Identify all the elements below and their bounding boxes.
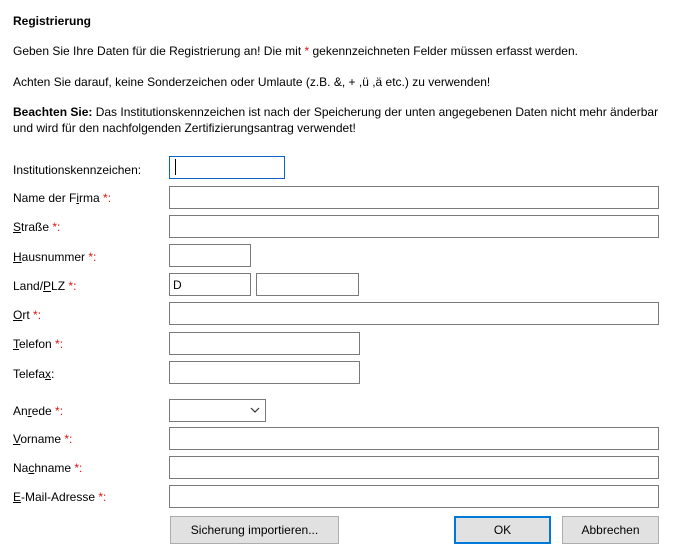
fax-label: Telefax:: [13, 367, 54, 381]
required-mark: *:: [65, 279, 77, 293]
fax-label-end: :: [51, 367, 55, 381]
email-label-end: -Mail-Adresse: [21, 490, 96, 504]
house-number-label-end: ausnummer: [21, 250, 86, 264]
salutation-label-start: An: [13, 404, 28, 418]
country-zip-label-end: LZ: [51, 279, 66, 293]
note-text: Beachten Sie: Das Institutionskennzeiche…: [13, 104, 658, 136]
institution-input[interactable]: [169, 156, 285, 179]
salutation-label-end: ede: [31, 404, 52, 418]
required-mark: *:: [29, 308, 42, 322]
company-label-end: rma: [79, 191, 100, 205]
fax-label-start: Telefa: [13, 367, 46, 381]
city-label-key: O: [13, 308, 23, 322]
street-label-end: traße: [21, 220, 50, 234]
phone-input[interactable]: [169, 332, 360, 355]
house-number-input[interactable]: [169, 244, 251, 267]
country-input[interactable]: [169, 273, 251, 296]
last-name-input[interactable]: [169, 456, 659, 479]
required-mark: *:: [49, 220, 61, 234]
import-backup-button[interactable]: Sicherung importieren...: [170, 516, 339, 544]
required-mark: *:: [85, 250, 97, 264]
required-mark: *:: [51, 404, 64, 418]
house-number-label: Hausnummer *:: [13, 250, 96, 264]
country-zip-label: Land/PLZ *:: [13, 279, 76, 293]
street-input[interactable]: [169, 215, 659, 238]
intro-text: Geben Sie Ihre Daten für die Registrieru…: [13, 43, 578, 59]
note-heading: Beachten Sie:: [13, 105, 93, 119]
note-line-2: und wird für den nachfolgenden Zertifizi…: [13, 121, 356, 135]
phone-label-end: elefon: [19, 337, 52, 351]
last-name-label: Nachname *:: [13, 461, 82, 475]
intro-text-end: gekennzeichneten Felder müssen erfasst w…: [309, 44, 578, 58]
institution-label: Institutionskennzeichen:: [13, 163, 142, 177]
dialog-title: Registrierung: [13, 14, 92, 28]
city-label: Ort *:: [13, 308, 41, 322]
country-zip-label-start: Land/: [13, 279, 44, 293]
required-mark: *:: [61, 432, 73, 446]
city-input[interactable]: [169, 302, 659, 325]
first-name-label: Vorname *:: [13, 432, 72, 446]
first-name-label-end: orname: [20, 432, 62, 446]
cancel-button[interactable]: Abbrechen: [562, 516, 659, 544]
country-zip-label-key: P: [43, 279, 52, 293]
email-label: E-Mail-Adresse *:: [13, 490, 106, 504]
company-label: Name der Firma *:: [13, 191, 111, 205]
last-name-label-start: Na: [13, 461, 29, 475]
required-mark: *:: [51, 337, 64, 351]
fax-input[interactable]: [169, 361, 360, 384]
required-mark: *:: [99, 191, 112, 205]
phone-label: Telefon *:: [13, 337, 63, 351]
company-input[interactable]: [169, 186, 659, 209]
required-mark: *:: [71, 461, 83, 475]
intro-text-start: Geben Sie Ihre Daten für die Registrieru…: [13, 44, 305, 58]
company-label-start: Name der F: [13, 191, 77, 205]
salutation-label: Anrede *:: [13, 404, 63, 418]
salutation-select[interactable]: [169, 399, 266, 422]
street-label-key: S: [13, 220, 22, 234]
chevron-down-icon: [250, 407, 260, 413]
house-number-label-key: H: [13, 250, 22, 264]
first-name-input[interactable]: [169, 427, 659, 450]
email-label-key: E: [13, 490, 22, 504]
text-caret: [175, 159, 176, 175]
street-label: Straße *:: [13, 220, 60, 234]
zip-input[interactable]: [256, 273, 359, 296]
ok-button[interactable]: OK: [454, 516, 551, 544]
required-mark: *:: [95, 490, 107, 504]
note-line-1: Das Institutionskennzeichen ist nach der…: [92, 105, 659, 119]
city-label-end: rt: [22, 308, 30, 322]
warning-text: Achten Sie darauf, keine Sonderzeichen o…: [13, 75, 491, 89]
last-name-label-end: hname: [34, 461, 72, 475]
email-input[interactable]: [169, 485, 659, 508]
